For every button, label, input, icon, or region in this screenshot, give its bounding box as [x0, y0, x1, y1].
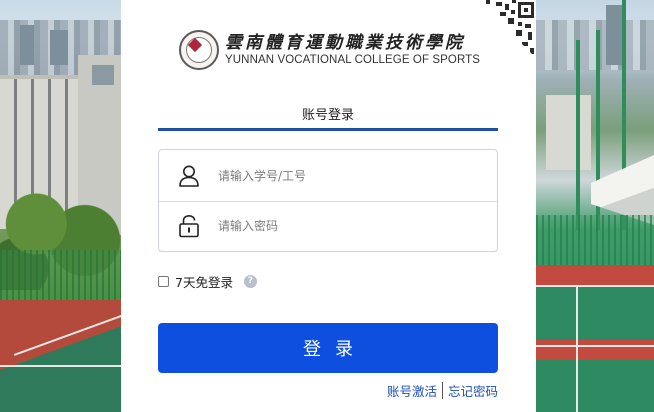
background-left — [0, 0, 121, 412]
background-right — [536, 0, 654, 412]
city-tower — [20, 25, 34, 65]
password-input[interactable] — [216, 218, 480, 234]
court-fence — [536, 215, 654, 270]
account-links: 账号激活 忘记密码 — [387, 381, 498, 400]
sports-court — [0, 300, 121, 412]
username-field — [159, 150, 497, 202]
school-logo: 雲南體育運動職業技術學院 YUNNAN VOCATIONAL COLLEGE O… — [179, 27, 480, 73]
school-name-cn: 雲南體育運動職業技術學院 — [225, 33, 465, 53]
light-pole — [576, 40, 580, 230]
user-icon — [179, 165, 199, 187]
city-tower — [606, 5, 622, 65]
help-icon[interactable]: ? — [243, 275, 257, 288]
sports-court — [536, 265, 654, 412]
school-name-en: YUNNAN VOCATIONAL COLLEGE OF SPORTS — [225, 54, 481, 66]
login-card: 雲南體育運動職業技術學院 YUNNAN VOCATIONAL COLLEGE O… — [121, 0, 536, 412]
login-page: 雲南體育運動職業技術學院 YUNNAN VOCATIONAL COLLEGE O… — [0, 0, 654, 412]
remember-label[interactable]: 7天免登录 — [175, 272, 233, 291]
password-field — [159, 201, 497, 251]
tab-account-login[interactable]: 账号登录 — [158, 104, 498, 123]
city-skyline — [536, 20, 654, 70]
remember-checkbox[interactable] — [158, 276, 169, 287]
activate-account-link[interactable]: 账号激活 — [387, 381, 437, 400]
link-divider — [441, 382, 443, 399]
tab-active-indicator — [158, 128, 498, 131]
qr-code-graphic — [478, 0, 536, 58]
username-input[interactable] — [216, 167, 480, 184]
login-button[interactable]: 登录 — [158, 323, 498, 373]
qr-code-icon[interactable] — [478, 0, 536, 58]
school-emblem-icon — [179, 30, 219, 70]
school-name: 雲南體育運動職業技術學院 YUNNAN VOCATIONAL COLLEGE O… — [225, 33, 480, 67]
forgot-password-link[interactable]: 忘记密码 — [448, 381, 498, 400]
city-tower — [50, 30, 68, 65]
login-form — [158, 149, 498, 252]
lock-icon — [179, 214, 199, 238]
remember-me: 7天免登录 ? — [158, 272, 257, 291]
campus-building — [546, 95, 591, 170]
